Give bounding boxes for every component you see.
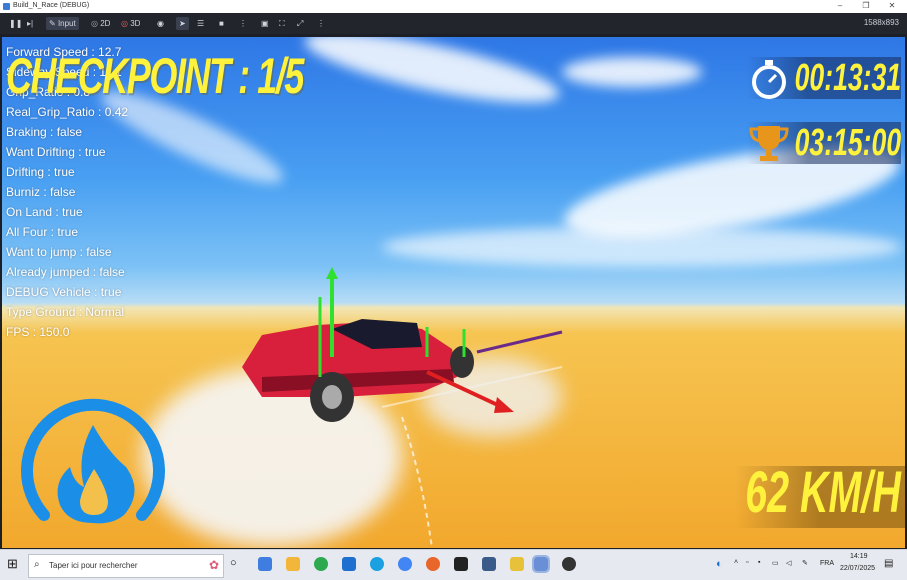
window-titlebar: Build_N_Race (DEBUG) – ❐ ✕ <box>0 0 907 13</box>
debug-real-grip-ratio: Real_Grip_Ratio : 0.42 <box>6 105 129 119</box>
tray-app-icon[interactable]: ▪ <box>758 559 760 566</box>
debug-type-ground: Type Ground : Normal <box>6 305 125 319</box>
search-icon: ⌕ <box>34 559 40 570</box>
debug-braking: Braking : false <box>6 125 83 139</box>
debug-on-land: On Land : true <box>6 205 83 219</box>
best-time: 03:15:00 <box>794 122 901 164</box>
camera-icon[interactable]: ■ <box>216 17 227 30</box>
mail-icon[interactable] <box>342 557 356 571</box>
mode-2d-icon: ◎ <box>91 19 98 28</box>
clock-date[interactable]: 22/07/2025 <box>840 565 875 572</box>
clock-time[interactable]: 14:19 <box>850 553 868 560</box>
race-timer: 00:13:31 <box>794 57 901 99</box>
select-cursor-icon[interactable]: ➤ <box>176 17 189 30</box>
frame-selection-icon[interactable]: ▣ <box>258 17 272 30</box>
folder-icon[interactable] <box>510 557 524 571</box>
expand-icon[interactable]: ⤢ <box>294 17 306 30</box>
debug-drifting: Drifting : true <box>6 165 75 179</box>
restore-icon[interactable]: ❐ <box>857 1 875 10</box>
debug-vehicle: DEBUG Vehicle : true <box>6 285 122 299</box>
window-title: Build_N_Race (DEBUG) <box>13 2 90 9</box>
stopwatch-icon <box>752 60 786 99</box>
trophy-icon <box>749 126 789 161</box>
volume-icon[interactable]: ◁ <box>786 559 791 567</box>
checkpoint-counter: CHECKPOINT : 1/5 <box>6 48 304 104</box>
visibility-icon[interactable]: ◉ <box>154 17 167 30</box>
firefox-icon[interactable] <box>426 557 440 571</box>
app-icon-blue[interactable] <box>482 557 496 571</box>
pause-icon[interactable]: ❚❚ <box>6 17 25 30</box>
debug-already-jumped: Already jumped : false <box>6 265 125 279</box>
pen-icon[interactable]: ✎ <box>802 559 808 567</box>
windows-start-icon[interactable]: ⊞ <box>7 556 18 572</box>
tray-camera-icon[interactable]: ▫ <box>746 559 748 566</box>
task-view-icon[interactable]: ○ <box>230 557 237 569</box>
file-explorer-icon[interactable] <box>286 557 300 571</box>
language-indicator[interactable]: FRA <box>820 560 834 567</box>
step-frame-icon[interactable]: ▸| <box>24 17 36 30</box>
taskbar: ⊞ ⌕ Taper ici pour rechercher ✿ ○ ◐ ˄ ▫ … <box>0 549 907 580</box>
toolbar-menu-icon[interactable]: ⋮ <box>314 17 328 30</box>
speedometer: 62 KM/H <box>745 460 901 525</box>
godot-icon[interactable] <box>532 555 550 573</box>
close-icon[interactable]: ✕ <box>883 1 901 10</box>
search-placeholder: Taper ici pour rechercher <box>49 561 138 570</box>
flame-boost-icon <box>21 398 165 524</box>
debug-burniz: Burniz : false <box>6 185 76 199</box>
editor-toolbar: ❚❚ ▸| ✎ Input ◎ 2D ◎ 3D ◉ ➤ ☰ ■ ⋮ ▣ ⛶ ⤢ … <box>0 13 907 34</box>
input-icon: ✎ <box>49 19 56 28</box>
google-icon[interactable] <box>398 557 412 571</box>
debug-fps: FPS : 150.0 <box>6 325 70 339</box>
debug-want-drifting: Want Drifting : true <box>6 145 106 159</box>
debug-all-four: All Four : true <box>6 225 79 239</box>
app-icon <box>3 3 10 10</box>
epic-games-icon[interactable] <box>454 557 468 571</box>
mode-2d-button[interactable]: ◎ 2D <box>88 17 113 30</box>
chrome-icon[interactable] <box>314 557 328 571</box>
mode-3d-label: 3D <box>130 19 141 28</box>
debug-want-to-jump: Want to jump : false <box>6 245 112 259</box>
input-button[interactable]: ✎ Input <box>46 17 79 30</box>
network-icon[interactable]: ▭ <box>772 559 779 567</box>
fullscreen-icon[interactable]: ⛶ <box>276 17 288 30</box>
tray-chevron-icon[interactable]: ˄ <box>734 559 738 566</box>
taskbar-search-box[interactable]: ⌕ Taper ici pour rechercher ✿ <box>28 554 224 578</box>
mode-2d-label: 2D <box>100 19 111 28</box>
edge-icon[interactable] <box>370 557 384 571</box>
more-options-icon[interactable]: ⋮ <box>236 17 250 30</box>
resolution-readout: 1588x893 <box>863 18 899 27</box>
weather-icon[interactable]: ◐ <box>716 558 723 570</box>
car <box>242 267 563 422</box>
search-highlight-icon: ✿ <box>208 558 219 572</box>
list-select-icon[interactable]: ☰ <box>194 17 207 30</box>
mode-3d-icon: ◎ <box>121 19 128 28</box>
notification-icon[interactable]: ▤ <box>884 558 893 569</box>
game-viewport[interactable]: Forward Speed : 12.7 Sideway Speed : 11.… <box>2 37 905 548</box>
mode-3d-button[interactable]: ◎ 3D <box>118 17 143 30</box>
recorder-icon[interactable] <box>562 557 576 571</box>
widgets-app-icon[interactable] <box>258 557 272 571</box>
minimize-icon[interactable]: – <box>831 1 849 10</box>
input-label: Input <box>57 19 76 28</box>
